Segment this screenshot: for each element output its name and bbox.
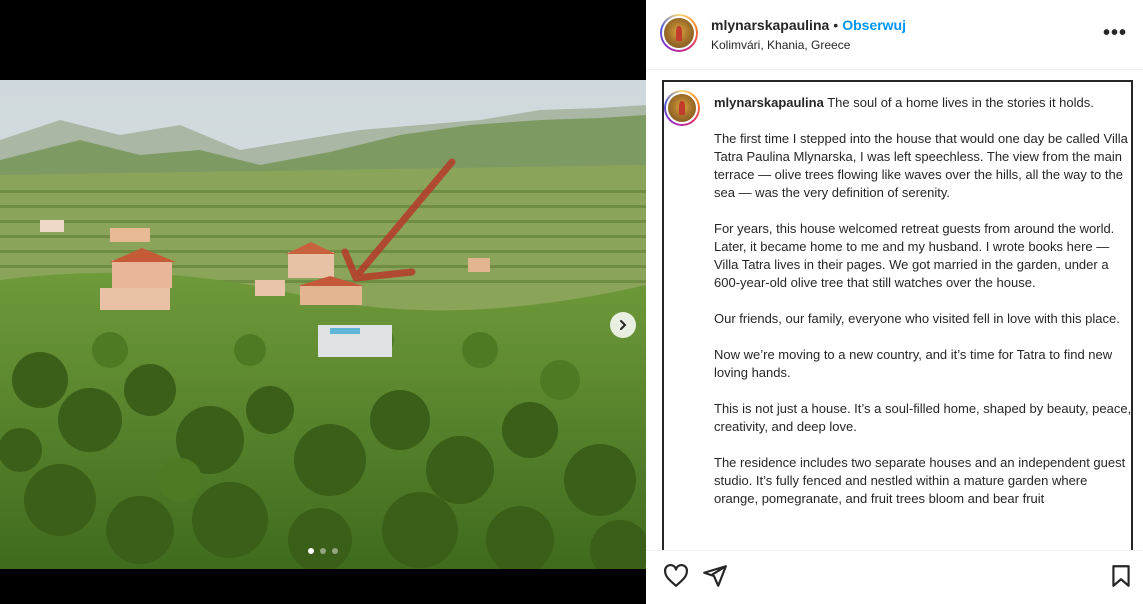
carousel-dots	[0, 548, 646, 554]
next-image-button[interactable]	[610, 312, 636, 338]
avatar[interactable]	[664, 90, 700, 126]
bookmark-icon	[1112, 565, 1130, 587]
more-options-icon[interactable]: •••	[1103, 22, 1127, 45]
heart-icon	[664, 563, 688, 587]
carousel-dot	[320, 548, 326, 554]
share-button[interactable]	[702, 563, 728, 589]
carousel-dot	[332, 548, 338, 554]
save-button[interactable]	[1108, 563, 1134, 589]
location-link[interactable]: Kolimvári, Khania, Greece	[711, 38, 850, 52]
caption-username-link[interactable]: mlynarskapaulina	[714, 95, 824, 110]
caption-paragraph: Our friends, our family, everyone who vi…	[714, 311, 1120, 326]
follow-button[interactable]: Obserwuj	[842, 17, 906, 33]
action-bar	[646, 550, 1143, 604]
caption-paragraph: The first time I stepped into the house …	[714, 131, 1128, 200]
post-media	[0, 0, 646, 604]
caption-paragraph: The residence includes two separate hous…	[714, 455, 1126, 506]
caption-paragraph: Now we’re moving to a new country, and i…	[714, 347, 1113, 380]
caption-container: mlynarskapaulina The soul of a home live…	[662, 80, 1133, 550]
chevron-right-icon	[620, 320, 627, 330]
avatar[interactable]	[660, 14, 698, 52]
caption-first-line: The soul of a home lives in the stories …	[827, 95, 1094, 110]
caption-paragraph: This is not just a house. It’s a soul-fi…	[714, 401, 1132, 434]
post-header: mlynarskapaulina • Obserwuj Kolimvári, K…	[646, 0, 1143, 70]
like-button[interactable]	[663, 563, 689, 589]
separator-dot: •	[833, 17, 839, 33]
caption-text: mlynarskapaulina The soul of a home live…	[714, 94, 1132, 526]
post-side-panel: mlynarskapaulina • Obserwuj Kolimvári, K…	[646, 0, 1143, 604]
post-photo[interactable]	[0, 80, 646, 569]
carousel-dot	[308, 548, 314, 554]
share-icon	[703, 565, 727, 587]
username-link[interactable]: mlynarskapaulina	[711, 17, 829, 33]
villa-landscape-image	[0, 80, 646, 569]
caption-paragraph: For years, this house welcomed retreat g…	[714, 221, 1115, 290]
